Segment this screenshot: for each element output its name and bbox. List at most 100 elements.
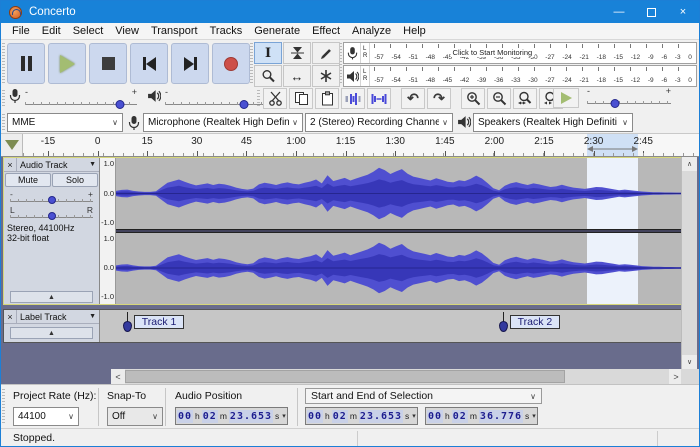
recording-volume-slider[interactable]: - + (25, 89, 137, 109)
silence-audio-button[interactable] (367, 88, 391, 109)
menu-effect[interactable]: Effect (306, 24, 346, 38)
redo-button[interactable]: ↷ (427, 88, 451, 109)
scroll-up-button[interactable]: ∧ (682, 157, 697, 171)
gain-knob[interactable] (48, 196, 56, 204)
close-track-button[interactable]: × (4, 158, 17, 171)
edit-toolbar: ↶ ↷ (263, 88, 563, 109)
close-track-button[interactable]: × (4, 310, 17, 323)
track-title[interactable]: Label Track (17, 312, 89, 322)
draw-tool-button[interactable] (312, 42, 340, 64)
menu-file[interactable]: File (6, 24, 36, 38)
selection-end-display[interactable]: 00h02m36.776s▾ (425, 407, 538, 425)
meter-toolbar: LR -57-54-51-48-45-42-39-36-33-30-27-24-… (343, 42, 697, 88)
playback-speed-slider[interactable]: - + (587, 88, 671, 108)
timeline-tick: 15 (142, 136, 153, 147)
timeline-ruler[interactable]: -1501530451:001:151:301:452:002:152:302:… (1, 134, 699, 157)
menu-analyze[interactable]: Analyze (346, 24, 397, 38)
scroll-left-button[interactable]: < (111, 369, 125, 384)
stop-button[interactable] (89, 43, 127, 84)
zoom-tool-button[interactable] (254, 65, 282, 87)
play-button[interactable] (48, 43, 86, 84)
timeline-tick: 0 (95, 136, 101, 147)
recording-meter[interactable]: LR -57-54-51-48-45-42-39-36-33-30-27-24-… (343, 42, 697, 64)
monitor-hint-text[interactable]: Click to Start Monitoring (451, 48, 535, 57)
menu-tracks[interactable]: Tracks (204, 24, 249, 38)
pan-knob[interactable] (48, 212, 56, 220)
time-shift-tool-button[interactable]: ↔ (283, 65, 311, 87)
vertical-scrollbar[interactable]: ∧ ∨ (681, 157, 697, 369)
time-field-caret-icon[interactable]: ▾ (282, 412, 286, 420)
stop-icon (102, 57, 115, 70)
label-pin-icon[interactable] (123, 321, 132, 332)
solo-button[interactable]: Solo (52, 173, 98, 187)
track-menu-caret-icon[interactable]: ▼ (89, 161, 96, 168)
skip-to-end-button[interactable] (171, 43, 209, 84)
track-title[interactable]: Audio Track (17, 160, 89, 170)
snap-to-dropdown[interactable]: Off∨ (107, 407, 163, 426)
timeline-tick: 1:00 (286, 136, 305, 147)
envelope-tool-button[interactable] (283, 42, 311, 64)
playback-device-dropdown[interactable]: Speakers (Realtek High Definiti∨ (473, 113, 633, 132)
audio-host-dropdown[interactable]: MME∨ (7, 113, 123, 132)
gain-slider[interactable]: - + (10, 189, 93, 204)
recording-volume-knob[interactable] (116, 100, 125, 109)
menu-select[interactable]: Select (67, 24, 110, 38)
label-pin-icon[interactable] (499, 321, 508, 332)
collapse-track-button[interactable]: ▲ (10, 291, 93, 303)
menu-view[interactable]: View (109, 24, 145, 38)
playback-volume-knob[interactable] (240, 100, 249, 109)
record-button[interactable] (212, 43, 250, 84)
menu-edit[interactable]: Edit (36, 24, 67, 38)
label-text[interactable]: Track 2 (510, 315, 561, 329)
undo-button[interactable]: ↶ (401, 88, 425, 109)
audio-position-display[interactable]: 00h02m23.653s▾ (175, 407, 288, 425)
multi-tool-button[interactable] (312, 65, 340, 87)
horizontal-scroll-thumb[interactable] (125, 370, 565, 383)
waveform-channel-right (116, 233, 682, 303)
copy-button[interactable] (289, 88, 313, 109)
cut-button[interactable] (263, 88, 287, 109)
minimize-button[interactable]: — (603, 1, 635, 23)
selection-tool-button[interactable]: I (254, 42, 282, 64)
horizontal-scrollbar[interactable]: < > (111, 369, 683, 384)
label-text[interactable]: Track 1 (134, 315, 185, 329)
play-at-speed-icon (561, 92, 572, 104)
audio-track[interactable]: × Audio Track ▼ Mute Solo - + L R (3, 157, 683, 305)
title-bar: Concerto — × (1, 1, 699, 23)
close-button[interactable]: × (667, 1, 699, 23)
recording-device-dropdown[interactable]: Microphone (Realtek High Defini∨ (143, 113, 303, 132)
recording-channels-dropdown[interactable]: 2 (Stereo) Recording Channels∨ (305, 113, 453, 132)
waveform-display[interactable] (116, 158, 682, 304)
skip-to-start-icon (143, 57, 156, 71)
time-field-caret-icon[interactable]: ▾ (412, 412, 416, 420)
paste-button[interactable] (315, 88, 339, 109)
label-track-content[interactable]: Track 1 Track 2 (100, 310, 682, 342)
collapse-track-button[interactable]: ▲ (10, 327, 93, 339)
maximize-button[interactable] (635, 1, 667, 23)
pan-slider[interactable]: L R (10, 205, 93, 220)
mute-button[interactable]: Mute (5, 173, 51, 187)
zoom-out-button[interactable] (487, 88, 511, 109)
project-rate-dropdown[interactable]: 44100∨ (13, 407, 79, 426)
track-menu-caret-icon[interactable]: ▼ (89, 313, 96, 320)
menu-transport[interactable]: Transport (145, 24, 204, 38)
playback-meter[interactable]: LR -57-54-51-48-45-42-39-36-33-30-27-24-… (343, 65, 697, 87)
timeline-tick: -15 (41, 136, 55, 147)
silence-audio-icon (371, 92, 387, 106)
selection-format-dropdown[interactable]: Start and End of Selection ∨ (305, 388, 542, 404)
skip-to-start-button[interactable] (130, 43, 168, 84)
maximize-icon (647, 8, 656, 17)
trim-audio-button[interactable] (341, 88, 365, 109)
play-at-speed-button[interactable] (553, 88, 579, 108)
playback-speed-knob[interactable] (610, 99, 619, 108)
zoom-in-button[interactable] (461, 88, 485, 109)
toolbar-dock: I ↔ LR -57-54-51-48-45-42-39-36-33-30-27 (1, 40, 699, 112)
selection-start-display[interactable]: 00h02m23.653s▾ (305, 407, 418, 425)
scroll-down-button[interactable]: ∨ (682, 355, 697, 369)
menu-generate[interactable]: Generate (248, 24, 306, 38)
menu-help[interactable]: Help (397, 24, 432, 38)
time-field-caret-icon[interactable]: ▾ (532, 412, 536, 420)
pause-button[interactable] (7, 43, 45, 84)
fit-selection-button[interactable] (513, 88, 537, 109)
label-track[interactable]: × Label Track ▼ ▲ Track 1 Track 2 (3, 309, 683, 343)
